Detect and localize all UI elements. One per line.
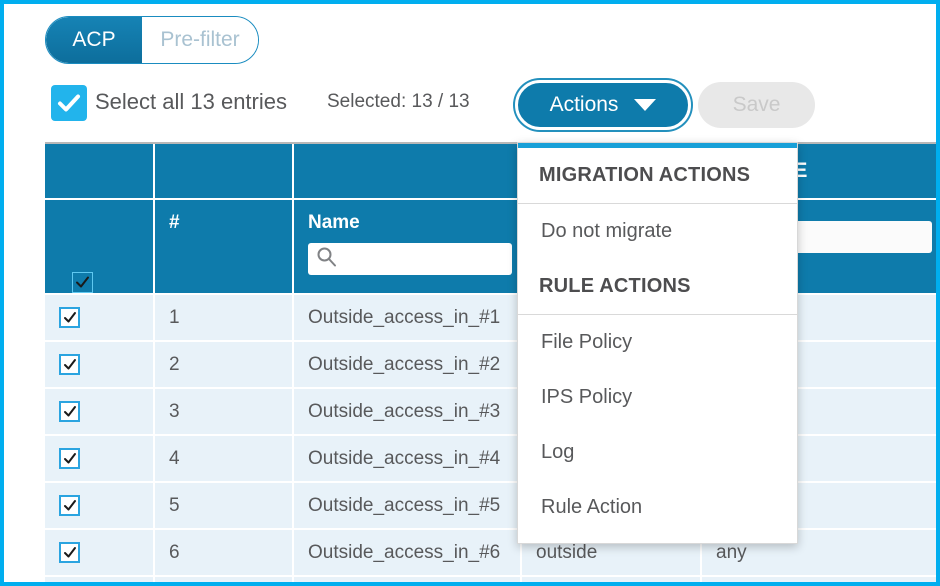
table-row: 1 Outside_access_in_#1 — [45, 294, 936, 342]
row-number-cell: 6 — [154, 529, 294, 577]
dropdown-section-rule-actions: RULE ACTIONS — [539, 275, 691, 297]
select-all-label: Select all 13 entries — [95, 89, 287, 114]
save-button[interactable]: Save — [698, 82, 815, 128]
row-source-cell — [701, 576, 936, 582]
rules-table: SOURCE # — [45, 144, 936, 582]
row-checkbox[interactable] — [59, 354, 80, 375]
table-row: 5 Outside_access_in_#5 — [45, 482, 936, 530]
dropdown-item-do-not-migrate[interactable]: Do not migrate — [518, 204, 797, 259]
table-row: 4 Outside_access_in_#4 — [45, 435, 936, 483]
row-name-cell: Outside_access_in_#5 — [293, 482, 522, 530]
row-name-cell: Outside_access_in_#1 — [293, 294, 522, 342]
rules-table-container: SOURCE # — [45, 142, 936, 582]
search-icon — [316, 246, 337, 273]
header-number-column[interactable]: # — [154, 199, 294, 295]
row-checkbox[interactable] — [59, 448, 80, 469]
row-checkbox[interactable] — [59, 495, 80, 516]
dropdown-item-rule-action[interactable]: Rule Action — [518, 480, 797, 535]
dropdown-bottom-spacer — [518, 535, 797, 543]
row-name-cell: Outside_access_in_#4 — [293, 435, 522, 483]
row-select-cell[interactable] — [45, 388, 155, 436]
row-number-cell: 3 — [154, 388, 294, 436]
table-row: 2 Outside_access_in_#2 — [45, 341, 936, 389]
table-row: 3 Outside_access_in_#3 — [45, 388, 936, 436]
row-select-cell[interactable] — [45, 576, 155, 582]
group-header-cell-1 — [154, 144, 294, 200]
dropdown-item-log[interactable]: Log — [518, 425, 797, 480]
header-name-column[interactable]: Name — [293, 199, 522, 295]
name-search-field[interactable] — [337, 248, 512, 270]
row-number-cell: 1 — [154, 294, 294, 342]
row-select-cell[interactable] — [45, 435, 155, 483]
row-checkbox[interactable] — [59, 401, 80, 422]
actions-dropdown-menu: MIGRATION ACTIONS Do not migrate RULE AC… — [517, 142, 798, 544]
header-select-column — [45, 199, 155, 295]
row-number-cell: 4 — [154, 435, 294, 483]
select-all-checkbox[interactable] — [51, 85, 87, 121]
header-name-label: Name — [308, 212, 360, 233]
row-network-cell — [521, 576, 702, 582]
actions-button-label: Actions — [549, 93, 619, 116]
row-name-cell: Outside_access_in_#6 — [293, 529, 522, 577]
table-row — [45, 576, 936, 582]
check-icon — [51, 85, 87, 121]
row-select-cell[interactable] — [45, 341, 155, 389]
dropdown-item-ips-policy[interactable]: IPS Policy — [518, 370, 797, 425]
rules-table-body: 1 Outside_access_in_#1 2 Outside_access_… — [45, 294, 936, 582]
tab-acp[interactable]: ACP — [46, 17, 142, 63]
row-select-cell[interactable] — [45, 294, 155, 342]
selected-count-label: Selected: 13 / 13 — [327, 91, 470, 112]
app-frame: ACP Pre-filter Select all 13 entries Sel… — [0, 0, 940, 586]
row-select-cell[interactable] — [45, 482, 155, 530]
tab-pre-filter[interactable]: Pre-filter — [142, 17, 258, 63]
table-group-header-row: SOURCE — [45, 144, 936, 200]
row-checkbox[interactable] — [59, 542, 80, 563]
row-name-cell: Outside_access_in_#2 — [293, 341, 522, 389]
actions-button[interactable]: Actions — [515, 80, 691, 130]
policy-type-tab-switch[interactable]: ACP Pre-filter — [45, 16, 259, 64]
table-column-header-row: # Name — [45, 199, 936, 295]
row-name-cell — [293, 576, 522, 582]
toolbar: Select all 13 entries Selected: 13 / 13 … — [45, 80, 905, 130]
row-number-cell: 2 — [154, 341, 294, 389]
dropdown-section-migration-actions: MIGRATION ACTIONS — [539, 164, 751, 186]
name-search-input[interactable] — [308, 243, 512, 275]
row-name-cell: Outside_access_in_#3 — [293, 388, 522, 436]
row-number-cell: 5 — [154, 482, 294, 530]
row-number-cell — [154, 576, 294, 582]
group-header-cell-2 — [293, 144, 522, 200]
row-checkbox[interactable] — [59, 307, 80, 328]
table-row: 6 Outside_access_in_#6 outside any — [45, 529, 936, 577]
header-number-label: # — [169, 212, 180, 233]
row-select-cell[interactable] — [45, 529, 155, 577]
group-header-cell-0 — [45, 144, 155, 200]
header-select-all-checkbox[interactable] — [72, 272, 93, 292]
dropdown-item-file-policy[interactable]: File Policy — [518, 315, 797, 370]
chevron-down-icon — [634, 99, 657, 111]
